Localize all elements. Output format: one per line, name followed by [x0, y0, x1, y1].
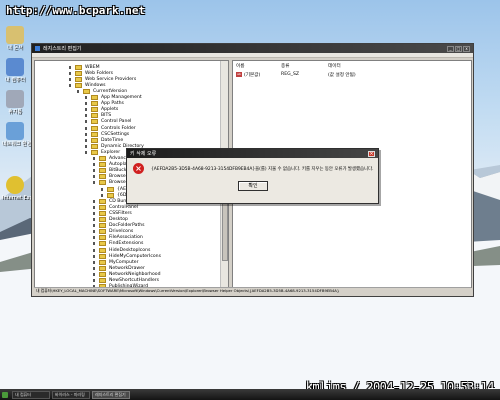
watermark-url: http://www.bcpark.net — [6, 4, 146, 17]
desktop: http://www.bcpark.net kmlims / 2004-12-2… — [0, 0, 500, 400]
expand-arrow-icon[interactable] — [93, 248, 96, 252]
expand-arrow-icon[interactable] — [93, 205, 96, 209]
desktop-icon-internet-explorer[interactable]: Internet Explorer — [2, 176, 44, 201]
minimize-button[interactable]: _ — [447, 45, 454, 52]
expand-arrow-icon[interactable] — [93, 254, 96, 258]
recycle-bin-icon — [6, 90, 24, 108]
internet-explorer-icon — [6, 176, 24, 194]
expand-arrow-icon[interactable] — [93, 211, 96, 215]
expand-arrow-icon[interactable] — [93, 272, 96, 276]
expand-arrow-icon[interactable] — [93, 260, 96, 264]
dialog-title: 키 삭제 오류 — [130, 151, 157, 157]
expand-arrow-icon[interactable] — [69, 71, 72, 75]
expand-arrow-icon[interactable] — [85, 132, 88, 136]
expand-arrow-icon[interactable] — [85, 144, 88, 148]
ok-button[interactable]: 확인 — [238, 181, 268, 191]
taskbar: 내 컴퓨터 바이러스 - 미러링 레지스트리 편집기 — [0, 389, 500, 400]
expand-arrow-icon[interactable] — [93, 230, 96, 234]
taskbar-item-registry-editor[interactable]: 레지스트리 편집기 — [92, 390, 130, 399]
dialog-titlebar[interactable]: 키 삭제 오류 × — [127, 149, 378, 158]
registry-icon — [35, 46, 40, 51]
error-dialog: 키 삭제 오류 × × {AEFDA2B5-3D5B-4A68-9213-315… — [126, 148, 379, 204]
expand-arrow-icon[interactable] — [93, 157, 96, 160]
desktop-icon-my-documents[interactable]: 내 문서 — [2, 26, 28, 51]
string-value-icon: ab — [236, 72, 242, 77]
expand-arrow-icon[interactable] — [69, 83, 72, 87]
start-button[interactable] — [2, 391, 8, 398]
close-button[interactable]: x — [463, 45, 470, 52]
expand-arrow-icon[interactable] — [93, 266, 96, 270]
desktop-icon-my-computer[interactable]: 내 컴퓨터 — [2, 58, 28, 83]
expand-arrow-icon[interactable] — [93, 279, 96, 282]
column-header-name[interactable]: 이름 — [236, 63, 244, 69]
expand-arrow-icon[interactable] — [101, 187, 104, 191]
value-row-type: REG_SZ — [281, 72, 300, 77]
expand-arrow-icon[interactable] — [93, 163, 96, 167]
expand-arrow-icon[interactable] — [93, 169, 96, 173]
expand-arrow-icon[interactable] — [93, 242, 96, 246]
expand-arrow-icon[interactable] — [101, 193, 104, 197]
column-header-type[interactable]: 종류 — [281, 63, 289, 69]
expand-arrow-icon[interactable] — [85, 102, 88, 106]
status-bar: 내 컴퓨터\HKEY_LOCAL_MACHINE\SOFTWARE\Micros… — [34, 287, 471, 294]
expand-arrow-icon[interactable] — [85, 138, 88, 142]
window-title: 레지스트리 편집기 — [43, 46, 82, 52]
expand-arrow-icon[interactable] — [93, 199, 96, 203]
network-icon — [6, 122, 24, 140]
dialog-close-button[interactable]: × — [368, 150, 375, 157]
expand-arrow-icon[interactable] — [85, 114, 88, 118]
taskbar-item-my-computer[interactable]: 내 컴퓨터 — [12, 390, 50, 399]
column-header-data[interactable]: 데이터 — [328, 63, 341, 69]
expand-arrow-icon[interactable] — [85, 108, 88, 112]
folder-icon — [6, 26, 24, 44]
computer-icon — [6, 58, 24, 76]
expand-arrow-icon[interactable] — [93, 175, 96, 179]
menu-bar[interactable] — [32, 53, 473, 58]
expand-arrow-icon[interactable] — [93, 218, 96, 221]
window-titlebar[interactable]: 레지스트리 편집기 _ □ x — [32, 44, 473, 53]
desktop-icon-network[interactable]: 네트워크 환경 — [2, 122, 31, 147]
expand-arrow-icon[interactable] — [69, 77, 72, 81]
value-row-name[interactable]: ab (기본값) — [236, 72, 260, 78]
maximize-button[interactable]: □ — [455, 45, 462, 52]
expand-arrow-icon[interactable] — [77, 89, 80, 93]
scrollbar-thumb[interactable] — [222, 201, 228, 261]
value-row-data: (값 설정 안됨) — [328, 73, 356, 78]
expand-arrow-icon[interactable] — [85, 120, 88, 124]
expand-arrow-icon[interactable] — [93, 181, 96, 185]
expand-arrow-icon[interactable] — [69, 65, 72, 69]
error-icon: × — [133, 163, 144, 174]
expand-arrow-icon[interactable] — [85, 96, 88, 99]
expand-arrow-icon[interactable] — [85, 150, 88, 154]
expand-arrow-icon[interactable] — [93, 236, 96, 240]
dialog-message: {AEFDA2B5-3D5B-4A68-9213-3154DFB9EB4A}을(… — [151, 167, 374, 172]
expand-arrow-icon[interactable] — [93, 224, 96, 228]
taskbar-item-mirroring[interactable]: 바이러스 - 미러링 — [52, 390, 90, 399]
expand-arrow-icon[interactable] — [85, 126, 88, 130]
desktop-icon-recycle-bin[interactable]: 휴지통 — [2, 90, 28, 115]
